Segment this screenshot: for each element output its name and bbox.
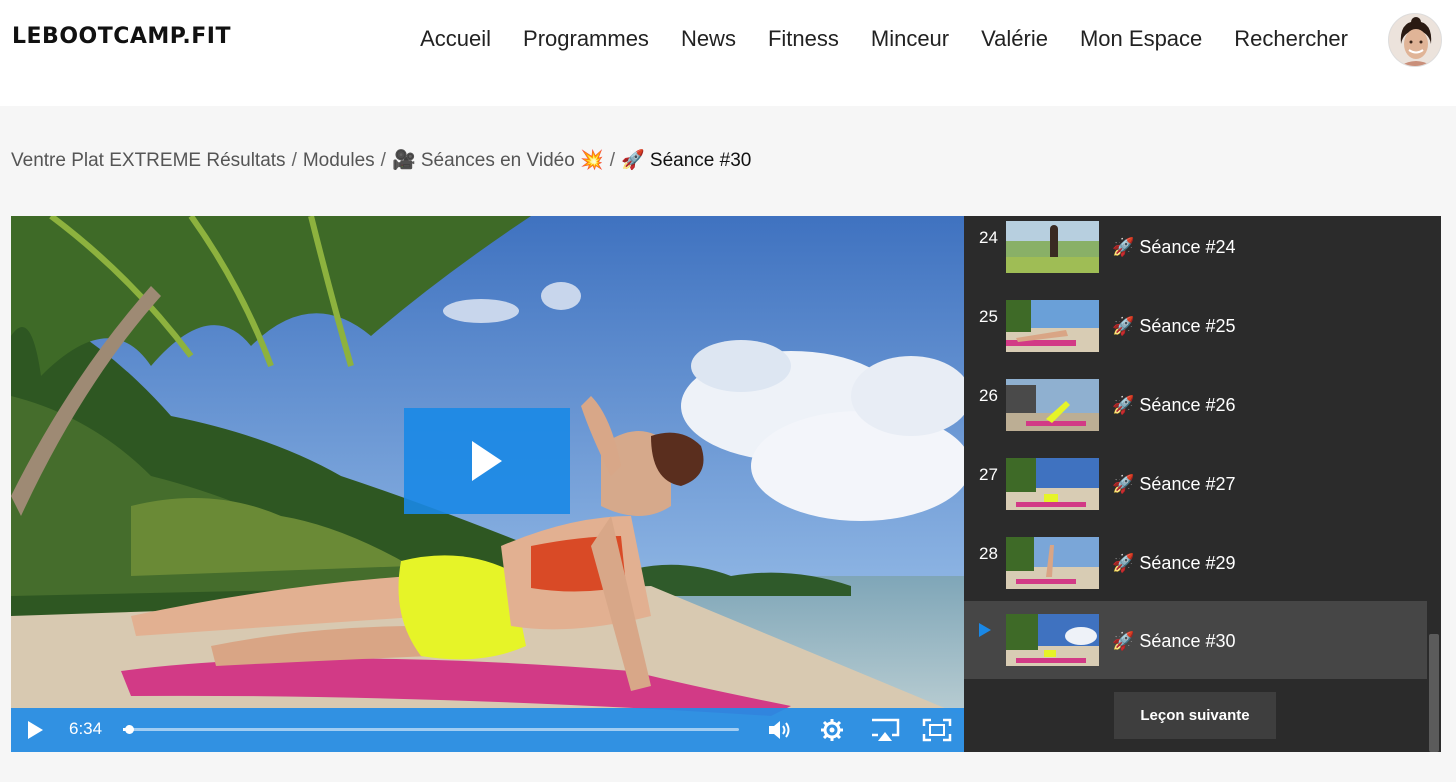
fullscreen-button[interactable] [922,718,952,746]
playlist-item[interactable]: 28 🚀 Séance #29 [964,532,1427,610]
nav-item-accueil[interactable]: Accueil [420,26,491,52]
nav-item-programmes[interactable]: Programmes [523,26,649,52]
playlist-thumbnail [1006,458,1099,510]
playlist-item-title: 🚀 Séance #24 [1112,237,1236,257]
playlist-item-number: 24 [979,228,998,247]
playlist-item[interactable]: 26 🚀 Séance #26 [964,374,1427,452]
airplay-button[interactable] [870,718,900,746]
nav-item-mon-espace[interactable]: Mon Espace [1080,26,1202,52]
nav-item-minceur[interactable]: Minceur [871,26,949,52]
breadcrumb-section[interactable]: 🎥 Séances en Vidéo 💥 [392,150,604,171]
settings-button[interactable] [820,718,844,746]
airplay-icon [872,718,900,741]
playlist-item-number: 28 [979,544,998,563]
main-nav: Accueil Programmes News Fitness Minceur … [420,26,1348,52]
play-icon [28,721,43,739]
playlist-item-current[interactable]: 🚀 Séance #30 [964,601,1427,679]
now-playing-icon [978,622,992,642]
video-progress-bar[interactable] [123,725,739,734]
breadcrumb-modules[interactable]: Modules [303,150,375,171]
nav-item-news[interactable]: News [681,26,736,52]
video-time: 6:34 [69,719,103,738]
breadcrumb-separator: / [291,150,297,171]
playlist-item[interactable]: 24 🚀 Séance #24 [964,216,1427,294]
playlist-item-number: 26 [979,386,998,405]
playlist-item-number: 25 [979,307,998,326]
site-logo[interactable]: LEBOOTCAMP.FIT [12,24,231,49]
playlist-item-number: 27 [979,465,998,484]
playlist-thumbnail [1006,537,1099,589]
playlist-thumbnail [1006,221,1099,273]
breadcrumb-course[interactable]: Ventre Plat EXTREME Résultats [11,150,286,171]
volume-icon [769,721,790,739]
play-icon [472,441,502,481]
avatar-image [1389,14,1441,66]
nav-item-rechercher[interactable]: Rechercher [1234,26,1348,52]
playlist-item[interactable]: 27 🚀 Séance #27 [964,453,1427,531]
volume-button[interactable] [767,718,793,746]
playlist-item-title: 🚀 Séance #26 [1112,395,1236,415]
breadcrumb-separator: / [380,150,386,171]
gear-icon [821,719,843,741]
play-pause-button[interactable] [25,719,45,745]
playlist-item-title: 🚀 Séance #29 [1112,553,1236,573]
lesson-playlist: 24 🚀 Séance #24 25 🚀 Séance #25 26 🚀 Séa… [964,216,1441,752]
user-avatar[interactable] [1388,13,1442,67]
playlist-item-title: 🚀 Séance #30 [1112,631,1236,651]
nav-item-fitness[interactable]: Fitness [768,26,839,52]
site-header: LEBOOTCAMP.FIT Accueil Programmes News F… [0,0,1456,106]
breadcrumb-current: 🚀 Séance #30 [621,150,752,171]
playlist-item[interactable]: 25 🚀 Séance #25 [964,295,1427,373]
video-player[interactable]: 6:34 [11,216,964,752]
video-progress-knob[interactable] [125,725,135,734]
playlist-scrollbar[interactable] [1427,216,1441,752]
video-controls: 6:34 [11,708,964,752]
playlist-thumbnail [1006,379,1099,431]
playlist-scrollbar-thumb[interactable] [1429,634,1439,752]
nav-item-valerie[interactable]: Valérie [981,26,1048,52]
big-play-button[interactable] [404,408,570,514]
breadcrumb: Ventre Plat EXTREME Résultats / Modules / 🎥 … [11,148,751,172]
playlist-item-title: 🚀 Séance #27 [1112,474,1236,494]
breadcrumb-separator: / [609,150,615,171]
next-lesson-button[interactable]: Leçon suivante [1114,692,1276,739]
playlist-thumbnail [1006,300,1099,352]
fullscreen-icon [922,718,952,742]
playlist-item-title: 🚀 Séance #25 [1112,316,1236,336]
playlist-thumbnail [1006,614,1099,666]
